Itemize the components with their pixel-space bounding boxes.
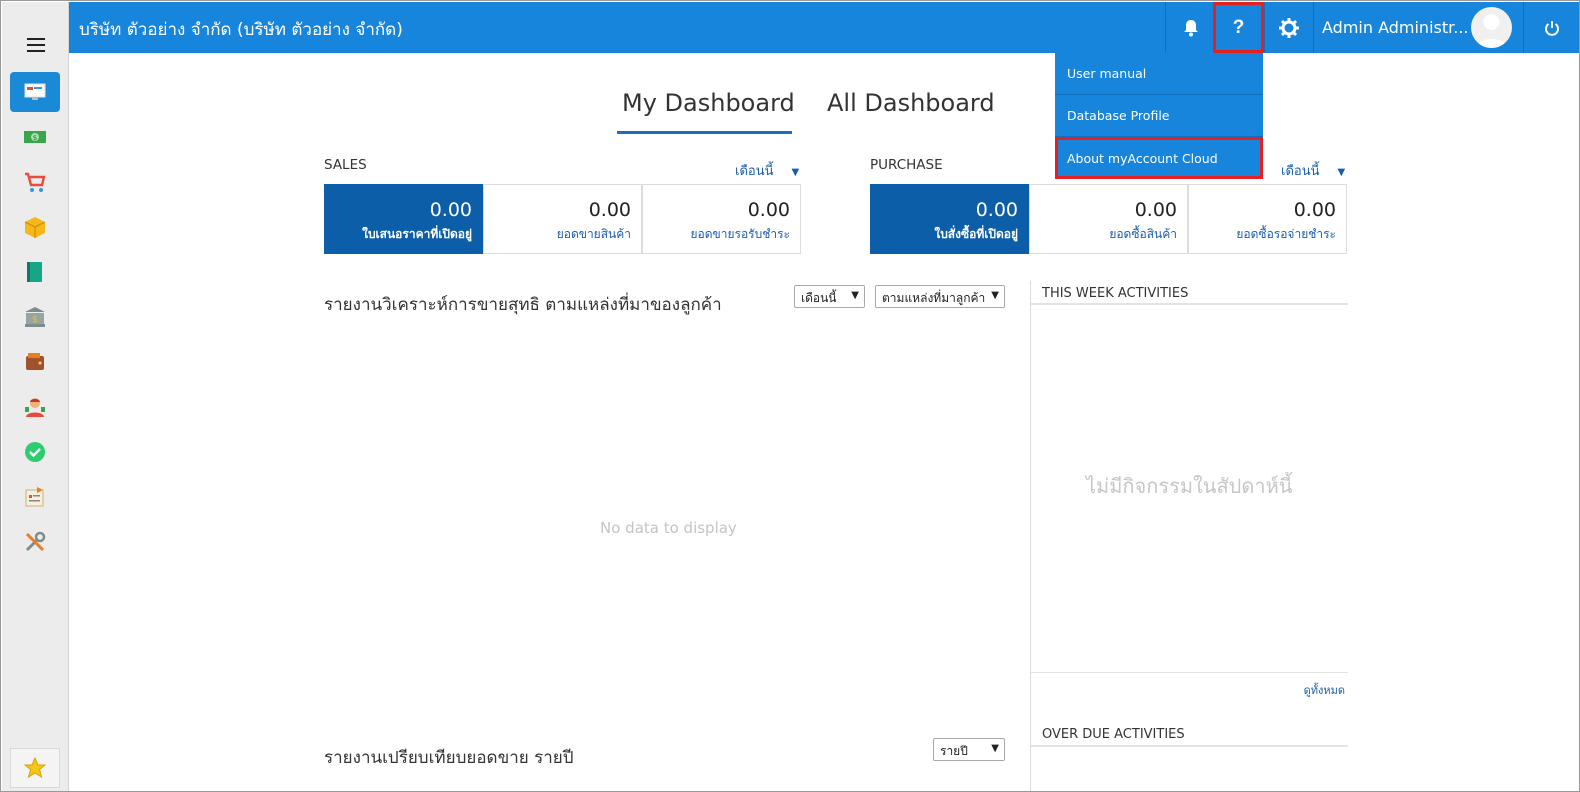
menu-item-user-manual[interactable]: User manual	[1055, 53, 1263, 95]
favorites-button[interactable]	[10, 748, 60, 788]
report1-period-select[interactable]: เดือนนี้ ▼	[794, 285, 865, 308]
cart-icon	[25, 172, 46, 192]
money-icon: $	[24, 131, 46, 143]
person-icon	[25, 398, 45, 417]
bank-icon: $	[25, 307, 45, 327]
kpi-label: ยอดขายรอรับชำระ	[690, 227, 791, 241]
see-all-link[interactable]: ดูทั้งหมด	[1304, 681, 1345, 699]
sidebar-item-contacts[interactable]	[10, 387, 60, 427]
kpi-card-purchases[interactable]: 0.00 ยอดซื้อสินค้า	[1029, 184, 1188, 254]
kpi-value: 0.00	[1134, 199, 1177, 221]
box-icon	[24, 217, 46, 238]
settings-button[interactable]	[1264, 2, 1313, 53]
wallet-icon	[26, 353, 44, 370]
kpi-label: ใบสั่งซื้อที่เปิดอยู่	[934, 227, 1018, 241]
chevron-down-icon: ▼	[791, 167, 800, 178]
purchase-period-select[interactable]: เดือนนี้ ▼	[1281, 160, 1345, 181]
active-tab-indicator	[617, 131, 792, 134]
kpi-label: ยอดซื้อรอจ่ายชำระ	[1236, 227, 1336, 241]
sidebar-item-inventory[interactable]	[10, 207, 60, 247]
overdue-activities-title: OVER DUE ACTIVITIES	[1042, 727, 1185, 742]
company-name: บริษัท ตัวอย่าง จำกัด (บริษัท ตัวอย่าง จ…	[79, 20, 403, 40]
tab-my-dashboard[interactable]: My Dashboard	[622, 89, 795, 117]
kpi-label: ยอดซื้อสินค้า	[1109, 227, 1177, 241]
sales-period-label: เดือนนี้	[735, 164, 774, 179]
question-icon: ?	[1232, 16, 1245, 38]
chevron-down-icon: ▼	[1337, 167, 1346, 178]
svg-text:$: $	[33, 134, 37, 142]
sidebar-item-sales[interactable]	[10, 162, 60, 202]
kpi-value: 0.00	[429, 199, 472, 221]
sales-title: SALES	[324, 157, 367, 173]
app-window: $ $ บริษัท ตัวอย่าง จำกัด (บริษัท ตัวอย่…	[0, 0, 1580, 792]
sidebar-item-reports[interactable]	[10, 477, 60, 517]
bell-icon	[1183, 19, 1198, 36]
sidebar: $ $	[2, 2, 69, 791]
sidebar-item-wallet[interactable]	[10, 342, 60, 382]
kpi-value: 0.00	[1293, 199, 1336, 221]
select-value: ตามแหล่งที่มาลูกค้า	[882, 291, 986, 305]
no-activities-message: ไม่มีกิจกรรมในสัปดาห์นี้	[1086, 474, 1293, 498]
menu-item-database-profile[interactable]: Database Profile	[1055, 95, 1263, 137]
kpi-label: ใบเสนอราคาที่เปิดอยู่	[362, 227, 472, 241]
chevron-down-icon: ▼	[991, 743, 999, 754]
notifications-button[interactable]	[1165, 2, 1215, 53]
purchase-period-label: เดือนนี้	[1281, 164, 1320, 179]
power-icon	[1545, 20, 1559, 36]
report1-source-select[interactable]: ตามแหล่งที่มาลูกค้า ▼	[875, 285, 1005, 308]
star-icon	[23, 756, 47, 779]
help-dropdown-menu: User manual Database Profile About myAcc…	[1055, 53, 1263, 179]
report-net-sales-title: รายงานวิเคราะห์การขายสุทธิ ตามแหล่งที่มา…	[324, 295, 722, 315]
kpi-card-open-purchase-orders[interactable]: 0.00 ใบสั่งซื้อที่เปิดอยู่	[870, 184, 1029, 254]
kpi-card-sales[interactable]: 0.00 ยอดขายสินค้า	[483, 184, 642, 254]
sales-period-select[interactable]: เดือนนี้ ▼	[735, 160, 799, 181]
sidebar-item-money[interactable]: $	[10, 117, 60, 157]
chevron-down-icon: ▼	[851, 290, 859, 301]
sidebar-item-accounting[interactable]	[10, 252, 60, 292]
dashboard-icon	[24, 83, 46, 100]
kpi-value: 0.00	[975, 199, 1018, 221]
divider	[1031, 745, 1348, 747]
chevron-down-icon: ▼	[991, 290, 999, 301]
book-icon	[27, 262, 42, 282]
select-value: รายปี	[940, 744, 968, 758]
sidebar-item-approval[interactable]	[10, 432, 60, 472]
logout-button[interactable]	[1523, 2, 1579, 53]
divider	[1031, 672, 1348, 673]
gear-icon	[1279, 17, 1299, 38]
divider	[1031, 303, 1348, 305]
no-data-message: No data to display	[600, 519, 737, 537]
activities-panel: THIS WEEK ACTIVITIES ไม่มีกิจกรรมในสัปดา…	[1030, 281, 1348, 791]
kpi-card-open-quotations[interactable]: 0.00 ใบเสนอราคาที่เปิดอยู่	[324, 184, 483, 254]
report-yearly-sales-title: รายงานเปรียบเทียบยอดขาย รายปี	[324, 748, 574, 768]
user-name[interactable]: Admin Administr...	[1322, 18, 1469, 37]
tab-all-dashboard[interactable]: All Dashboard	[827, 89, 995, 117]
svg-text:$: $	[32, 315, 38, 325]
kpi-value: 0.00	[747, 199, 790, 221]
purchase-title: PURCHASE	[870, 157, 943, 173]
menu-toggle-icon[interactable]	[27, 38, 45, 52]
kpi-value: 0.00	[588, 199, 631, 221]
check-icon	[25, 442, 45, 462]
top-bar: บริษัท ตัวอย่าง จำกัด (บริษัท ตัวอย่าง จ…	[69, 2, 1579, 53]
help-button[interactable]: ?	[1213, 2, 1264, 53]
kpi-label: ยอดขายสินค้า	[556, 227, 631, 241]
report2-period-select[interactable]: รายปี ▼	[933, 738, 1005, 761]
sidebar-item-dashboard[interactable]	[10, 72, 60, 112]
user-avatar-icon	[1476, 14, 1507, 48]
tools-icon	[25, 531, 46, 552]
sidebar-item-bank[interactable]: $	[10, 297, 60, 337]
menu-item-about[interactable]: About myAccount Cloud	[1055, 137, 1263, 179]
select-value: เดือนนี้	[801, 291, 837, 305]
avatar[interactable]	[1471, 7, 1512, 48]
kpi-card-payables[interactable]: 0.00 ยอดซื้อรอจ่ายชำระ	[1188, 184, 1347, 254]
report-icon	[25, 487, 44, 507]
kpi-card-receivables[interactable]: 0.00 ยอดขายรอรับชำระ	[642, 184, 801, 254]
this-week-activities-title: THIS WEEK ACTIVITIES	[1042, 286, 1189, 301]
sidebar-item-settings[interactable]	[10, 522, 60, 562]
